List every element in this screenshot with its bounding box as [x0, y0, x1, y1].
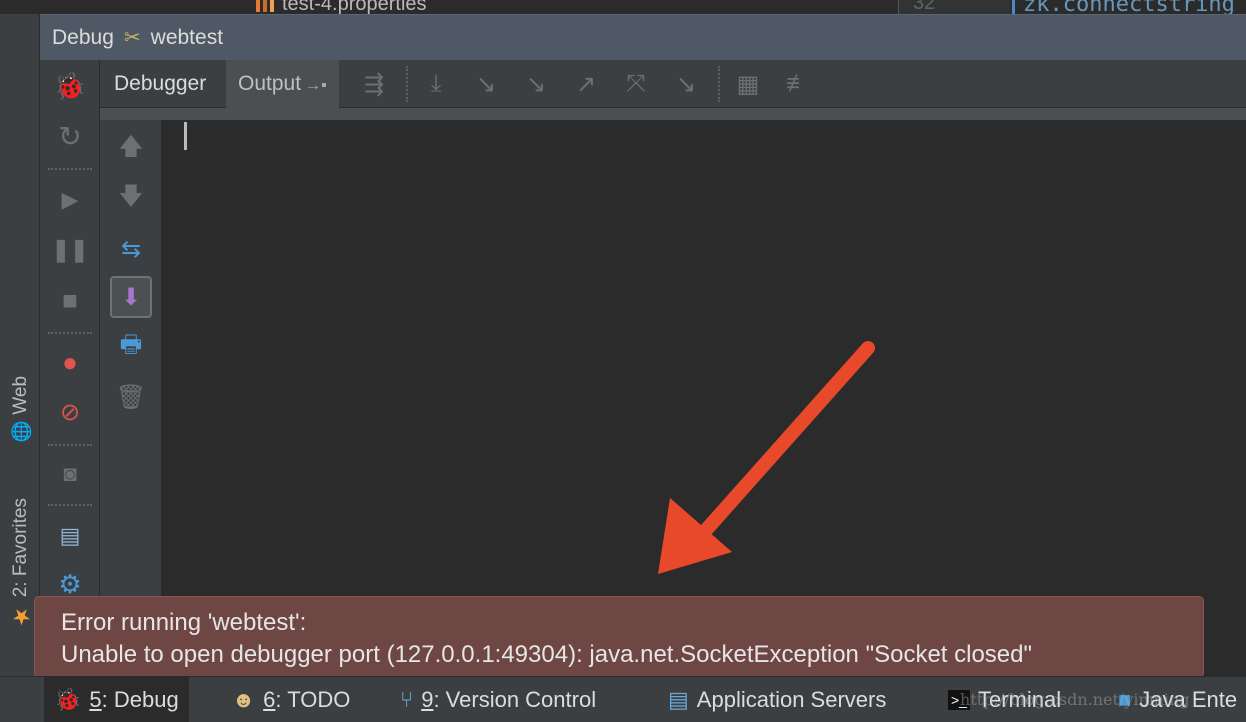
- bottom-tab-todo[interactable]: ☻ 6: TODO: [222, 677, 360, 722]
- left-tool-strip: 🌐 Web ★ 2: Favorites: [0, 14, 40, 676]
- show-execution-point-icon[interactable]: ⇶: [356, 68, 392, 100]
- server-icon: ▤: [668, 687, 689, 712]
- side-tab-web[interactable]: 🌐 Web: [8, 376, 34, 443]
- debug-session-tab[interactable]: webtest: [151, 26, 223, 50]
- trace-icon[interactable]: ≢: [780, 68, 816, 100]
- scroll-to-end-icon[interactable]: ⬇: [110, 276, 152, 318]
- error-title: Error running 'webtest':: [61, 609, 307, 636]
- debug-window-title: Debug ✂ webtest: [52, 25, 224, 50]
- error-notification-balloon[interactable]: Error running 'webtest': Unable to open …: [34, 596, 1204, 678]
- pin-tab-icon[interactable]: →▪: [305, 77, 327, 94]
- force-step-into-icon[interactable]: ↘: [518, 68, 554, 100]
- run-to-cursor-icon[interactable]: ↘: [668, 68, 704, 100]
- side-tab-favorites[interactable]: ★ 2: Favorites: [8, 498, 34, 628]
- tabs-underbar: [100, 108, 1246, 120]
- arrow-up-icon[interactable]: 🡅: [110, 128, 152, 170]
- vcs-icon: ⑂: [400, 687, 414, 712]
- soft-wrap-icon[interactable]: ⇆: [110, 228, 152, 270]
- toolbar-separator: [718, 66, 720, 102]
- toolbar-separator: [48, 168, 92, 170]
- trash-icon[interactable]: 🗑: [110, 376, 152, 418]
- bottom-tab-application-servers[interactable]: ▤ Application Servers: [658, 677, 896, 722]
- arrow-down-icon[interactable]: 🡇: [110, 178, 152, 220]
- annotation-arrow: [658, 341, 875, 574]
- debug-bug-icon[interactable]: 🐞: [54, 70, 86, 102]
- bug-icon: 🐞: [54, 687, 82, 712]
- drop-frame-icon[interactable]: ⤧: [618, 68, 654, 100]
- bottom-tab-debug[interactable]: 🐞 5: Debug: [44, 677, 189, 722]
- step-into-icon[interactable]: ↘: [468, 68, 504, 100]
- web-globe-icon: 🌐: [11, 420, 31, 443]
- resume-icon[interactable]: ▶: [54, 184, 86, 216]
- camera-icon[interactable]: ◙: [54, 458, 86, 490]
- todo-icon: ☻: [232, 687, 256, 712]
- ide-window: test-4.properties 32 zk.connectstring 🌐 …: [0, 0, 1246, 722]
- watermark: http://blog.csdn.net/yinming: [960, 690, 1190, 709]
- rerun-icon[interactable]: ↻: [54, 120, 86, 152]
- line-number-gutter: 32: [898, 0, 1010, 14]
- error-message: Unable to open debugger port (127.0.0.1:…: [61, 641, 1033, 668]
- console-toolbar: 🡅 🡇 ⇆ ⬇ 🖶 🗑: [100, 120, 162, 676]
- evaluate-expression-icon[interactable]: ▦: [730, 68, 766, 100]
- layout-icon[interactable]: ▤: [54, 520, 86, 552]
- step-out-icon[interactable]: ↗: [568, 68, 604, 100]
- text-cursor: [184, 122, 187, 150]
- debug-tabs-bar: Debugger Output →▪ ⇶ ⤓ ↘ ↘ ↗ ⤧ ↘ ▦ ≢: [100, 60, 1246, 108]
- mute-breakpoints-icon[interactable]: ⊘: [54, 396, 86, 428]
- toolbar-separator: [48, 332, 92, 334]
- stop-icon[interactable]: ■: [54, 284, 86, 316]
- toolbar-separator: [48, 504, 92, 506]
- toolbar-separator: [406, 66, 408, 102]
- print-icon[interactable]: 🖶: [110, 326, 152, 368]
- run-config-icon: ✂: [123, 27, 141, 49]
- properties-file-icon: [256, 0, 274, 12]
- pause-icon[interactable]: ❚❚: [52, 234, 89, 266]
- step-over-icon[interactable]: ⤓: [418, 68, 454, 100]
- debug-left-toolbar: 🐞 ↻ ▶ ❚❚ ■ ● ⊘ ◙ ▤ ⚙: [40, 60, 100, 676]
- view-breakpoints-icon[interactable]: ●: [54, 346, 86, 378]
- tab-output[interactable]: Output →▪: [226, 60, 339, 108]
- debug-window-header: Debug ✂ webtest: [40, 14, 1246, 60]
- editor-top-strip: test-4.properties 32 zk.connectstring: [0, 0, 1246, 17]
- toolbar-separator: [48, 444, 92, 446]
- star-icon: ★: [8, 603, 33, 629]
- bottom-tab-version-control[interactable]: ⑂ 9: Version Control: [390, 677, 606, 722]
- tab-debugger[interactable]: Debugger: [102, 60, 218, 108]
